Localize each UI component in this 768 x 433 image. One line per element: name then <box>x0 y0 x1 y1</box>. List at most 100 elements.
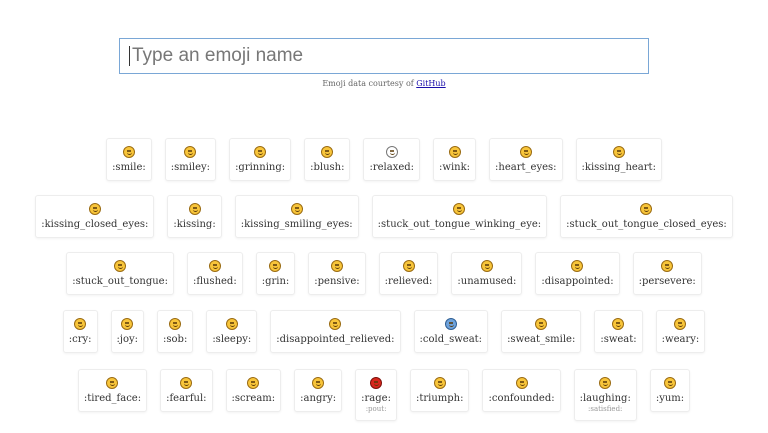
emoji-card[interactable]: :sleepy: <box>206 310 258 353</box>
emoji-face-icon <box>444 318 457 330</box>
emoji-label: :confounded: <box>488 393 555 404</box>
emoji-label: :rage: <box>361 393 391 404</box>
emoji-face-icon <box>599 377 612 389</box>
emoji-row-2: :kissing_closed_eyes: :kissing::kissing_s… <box>0 195 768 238</box>
emoji-face-icon <box>290 203 303 215</box>
emoji-card[interactable]: :laughing::satisfied: <box>573 369 637 421</box>
emoji-face-icon <box>612 318 625 330</box>
emoji-card[interactable]: :sob: <box>157 310 194 353</box>
emoji-label: :relieved: <box>384 276 433 287</box>
emoji-label: :kissing_closed_eyes: <box>41 219 149 230</box>
emoji-card[interactable]: :stuck_out_tongue_closed_eyes: <box>560 195 733 238</box>
emoji-label: :grinning: <box>235 162 286 173</box>
emoji-face-icon <box>402 260 415 272</box>
emoji-card[interactable]: :relieved: <box>378 252 439 295</box>
emoji-label: :stuck_out_tongue_closed_eyes: <box>566 219 727 230</box>
emoji-row-4: :cry::joy: :sob: :sleepy::disappointed_rel… <box>0 310 768 353</box>
emoji-card[interactable]: :wink: <box>433 138 477 181</box>
emoji-label: :grin: <box>261 276 290 287</box>
emoji-label: :sweat_smile: <box>507 334 576 345</box>
emoji-face-icon <box>74 318 87 330</box>
emoji-face-icon <box>663 377 676 389</box>
emoji-label: :stuck_out_tongue_winking_eye: <box>377 219 542 230</box>
credit-text: Emoji data courtesy of <box>322 79 417 88</box>
emoji-face-icon <box>515 377 528 389</box>
emoji-label: :sob: <box>163 334 188 345</box>
emoji-card[interactable]: :heart_eyes: <box>489 138 563 181</box>
emoji-label: :kissing_smiling_eyes: <box>240 219 353 230</box>
emoji-face-icon <box>180 377 193 389</box>
emoji-card[interactable]: :disappointed_relieved: <box>270 310 401 353</box>
emoji-face-icon <box>448 146 461 158</box>
emoji-card[interactable]: :fearful: <box>160 369 213 412</box>
emoji-card[interactable]: :triumph: <box>409 369 470 412</box>
emoji-face-icon <box>661 260 674 272</box>
emoji-alias: :pout: <box>365 405 387 413</box>
search-box[interactable] <box>119 38 649 74</box>
emoji-card[interactable]: :cry: <box>62 310 98 353</box>
emoji-label: :joy: <box>116 334 139 345</box>
emoji-card[interactable]: :weary: <box>655 310 706 353</box>
emoji-row-5: :tired_face::fearful::scream::angry::rag… <box>0 369 768 421</box>
emoji-face-icon <box>385 146 398 158</box>
emoji-face-icon <box>453 203 466 215</box>
emoji-face-icon <box>247 377 260 389</box>
emoji-card[interactable]: :stuck_out_tongue: <box>66 252 174 295</box>
emoji-label: :cold_sweat: <box>419 334 483 345</box>
emoji-card[interactable]: :sweat: <box>594 310 643 353</box>
emoji-card[interactable]: :rage::pout: <box>355 369 397 421</box>
emoji-face-icon <box>370 377 383 389</box>
emoji-card[interactable]: :relaxed: <box>363 138 421 181</box>
emoji-face-icon <box>225 318 238 330</box>
emoji-label: :kissing_heart: <box>581 162 656 173</box>
emoji-face-icon <box>122 146 135 158</box>
emoji-row-1: :smile: :smiley: :grinning: :blush: :relaxed… <box>0 138 768 181</box>
emoji-label: :persevere: <box>638 276 696 287</box>
emoji-label: :stuck_out_tongue: <box>72 276 168 287</box>
emoji-label: :smile: <box>112 162 146 173</box>
emoji-card[interactable]: :kissing_heart: <box>575 138 662 181</box>
emoji-card[interactable]: :grinning: <box>229 138 292 181</box>
emoji-face-icon <box>208 260 221 272</box>
github-link[interactable]: GitHub <box>416 79 445 88</box>
emoji-card[interactable]: :sweat_smile: <box>501 310 582 353</box>
emoji-card[interactable]: :joy: <box>110 310 145 353</box>
emoji-label: :flushed: <box>192 276 237 287</box>
emoji-card[interactable]: :yum: <box>649 369 691 412</box>
emoji-card[interactable]: :angry: <box>294 369 343 412</box>
credit-line: Emoji data courtesy of GitHub <box>0 79 768 88</box>
emoji-face-icon <box>169 318 182 330</box>
emoji-search-input[interactable] <box>130 45 632 67</box>
emoji-card[interactable]: :kissing_closed_eyes: <box>35 195 155 238</box>
emoji-card[interactable]: :kissing: <box>167 195 222 238</box>
emoji-label: :disappointed_relieved: <box>276 334 395 345</box>
emoji-card[interactable]: :tired_face: <box>77 369 148 412</box>
emoji-card[interactable]: :confounded: <box>482 369 561 412</box>
emoji-card[interactable]: :grin: <box>255 252 296 295</box>
emoji-card[interactable]: :disappointed: <box>535 252 620 295</box>
emoji-card[interactable]: :stuck_out_tongue_winking_eye: <box>371 195 548 238</box>
emoji-label: :blush: <box>310 162 345 173</box>
emoji-label: :yum: <box>655 393 685 404</box>
emoji-card[interactable]: :scream: <box>225 369 282 412</box>
emoji-face-icon <box>184 146 197 158</box>
emoji-card[interactable]: :smiley: <box>164 138 217 181</box>
emoji-card[interactable]: :smile: <box>106 138 152 181</box>
emoji-face-icon <box>674 318 687 330</box>
emoji-face-icon <box>640 203 653 215</box>
emoji-label: :smiley: <box>170 162 211 173</box>
emoji-card[interactable]: :persevere: <box>632 252 702 295</box>
emoji-face-icon <box>312 377 325 389</box>
emoji-face-icon <box>106 377 119 389</box>
emoji-label: :unamused: <box>457 276 517 287</box>
emoji-card[interactable]: :cold_sweat: <box>413 310 489 353</box>
emoji-card[interactable]: :unamused: <box>451 252 523 295</box>
emoji-card[interactable]: :flushed: <box>186 252 243 295</box>
emoji-label: :tired_face: <box>83 393 142 404</box>
emoji-card[interactable]: :pensive: <box>308 252 366 295</box>
emoji-face-icon <box>269 260 282 272</box>
emoji-label: :weary: <box>661 334 700 345</box>
emoji-face-icon <box>433 377 446 389</box>
emoji-card[interactable]: :blush: <box>304 138 351 181</box>
emoji-card[interactable]: :kissing_smiling_eyes: <box>234 195 359 238</box>
